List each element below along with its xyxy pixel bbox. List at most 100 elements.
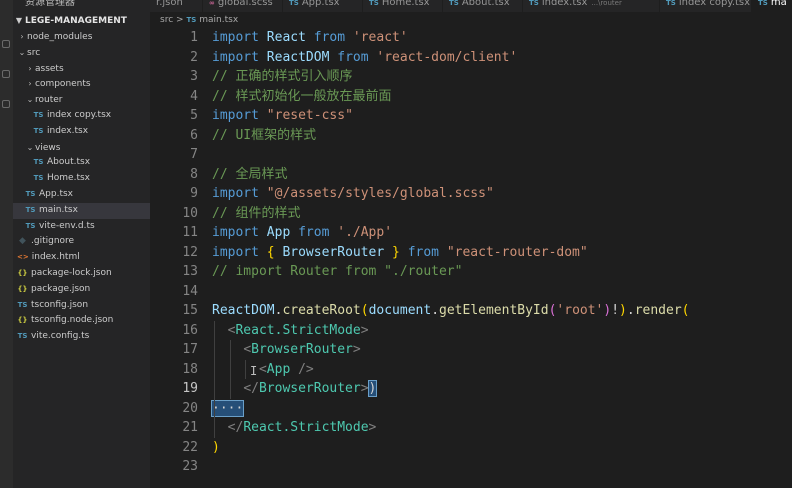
tree-item[interactable]: TS index.tsx [13, 124, 150, 140]
code-line[interactable]: </BrowserRouter>) [212, 379, 792, 399]
tab-home-tsx[interactable]: TS Home.tsx [363, 0, 443, 12]
tree-item-label: App.tsx [39, 188, 73, 199]
code-token: ( [681, 303, 690, 318]
tree-item[interactable]: › node_modules [13, 29, 150, 45]
tree-item[interactable]: TS App.tsx [13, 187, 150, 203]
tree-item[interactable]: ◆ .gitignore [13, 234, 150, 250]
indent-guide [214, 320, 215, 340]
tree-item-label: .gitignore [31, 236, 75, 247]
tab-index-copy-tsx[interactable]: TS index copy.tsx [660, 0, 752, 12]
code-token: // 组件的样式 [212, 205, 301, 221]
code-token: // 正确的样式引入顺序 [212, 69, 353, 84]
tree-item[interactable]: ⌄ router [13, 92, 150, 108]
indent-guide [214, 398, 215, 418]
code-line[interactable]: </React.StrictMode> [212, 418, 792, 438]
tree-item-label: assets [35, 63, 64, 74]
tree-item[interactable]: TS vite-env.d.ts [13, 219, 150, 235]
source-control-icon[interactable] [2, 70, 10, 78]
typescript-icon: TS [369, 0, 379, 7]
code-line[interactable]: // 组件的样式 [212, 204, 792, 224]
breadcrumb: src > TS main.tsx [150, 13, 238, 27]
tree-item[interactable]: {} tsconfig.node.json [13, 313, 150, 329]
code-line[interactable]: <BrowserRouter> [212, 340, 792, 360]
code-line[interactable] [212, 282, 792, 302]
code-line[interactable]: ReactDOM.createRoot(document.getElementB… [212, 301, 792, 321]
tab-index-tsx[interactable]: TS index.tsx ...\router [523, 0, 660, 12]
code-line[interactable]: import ReactDOM from 'react-dom/client' [212, 48, 792, 68]
code-line[interactable]: // 全局样式 [212, 165, 792, 185]
tree-item[interactable]: TS main.tsx [13, 202, 150, 219]
tree-item[interactable]: <> index.html [13, 250, 150, 266]
json-file-icon: {} [17, 268, 28, 277]
tree-item-label: index copy.tsx [47, 109, 112, 120]
line-number: 23 [182, 459, 198, 474]
indent-guide [214, 418, 215, 438]
tree-item[interactable]: {} package.json [13, 282, 150, 298]
line-number: 14 [182, 283, 198, 299]
indent-guide [230, 340, 231, 360]
indent-guide [245, 359, 246, 379]
tree-item-label: vite-env.d.ts [39, 220, 95, 231]
tree-item[interactable]: TS index copy.tsx [13, 108, 150, 124]
tree-item[interactable]: › components [13, 76, 150, 92]
line-number: 11 [182, 225, 198, 240]
line-number: 21 [182, 420, 198, 435]
typescript-icon: TS [186, 16, 197, 24]
tab-ma[interactable]: TS ma [752, 0, 792, 12]
typescript-file-icon: TS [17, 300, 28, 309]
code-area[interactable]: import React from 'react' import ReactDOM… [210, 28, 792, 477]
tree-item-label: index.html [31, 252, 80, 263]
tree-item[interactable]: TS Home.tsx [13, 171, 150, 187]
search-icon[interactable] [2, 40, 10, 48]
breadcrumb-folder[interactable]: src [160, 15, 173, 25]
tab-app-tsx[interactable]: TS App.tsx [283, 0, 363, 12]
tab-r-json[interactable]: r.json [150, 0, 203, 12]
tree-item[interactable]: {} package-lock.json [13, 266, 150, 282]
code-line[interactable]: // 样式初始化一般放在最前面 [212, 87, 792, 107]
code-line[interactable]: import App from './App' [212, 223, 792, 243]
code-line[interactable] [212, 457, 792, 477]
code-line[interactable]: // UI框架的样式 [212, 126, 792, 146]
typescript-icon: TS [666, 0, 676, 7]
tab-about-tsx[interactable]: TS About.tsx [443, 0, 523, 12]
code-editor[interactable]: 1 2 3 4 5 6 7 8 9 10 11 12 13 14 15 16 17 18 19 20 21 22 23 im… [150, 28, 792, 488]
code-token: "react-router-dom" [446, 244, 588, 260]
typescript-file-icon: TS [33, 158, 44, 167]
tree-item[interactable]: ⌄ views [13, 140, 150, 156]
tab-label: global.scss [217, 0, 273, 8]
code-line[interactable]: <App /> [212, 359, 792, 379]
tree-item[interactable]: ⌄ src [13, 45, 150, 61]
code-token: BrowserRouter [258, 381, 361, 396]
editor-tabs: r.json ∞ global.scss TS App.tsx TS Home.tsx TS A… [150, 0, 792, 12]
code-token: "@/assets/styles/global.scss" [266, 186, 494, 201]
tree-item[interactable]: TS tsconfig.json [13, 298, 150, 314]
code-line[interactable]: // import Router from "./router" [212, 262, 792, 282]
code-line[interactable]: import React from 'react' [212, 28, 792, 48]
code-line[interactable]: import { BrowserRouter } from "react-rou… [212, 243, 792, 263]
code-token: < [243, 342, 252, 357]
run-debug-icon[interactable] [2, 100, 10, 108]
code-line[interactable]: ) [212, 438, 792, 458]
code-line[interactable]: // 正确的样式引入顺序 [212, 67, 792, 87]
code-token: > [360, 381, 369, 396]
tab-global-scss[interactable]: ∞ global.scss [203, 0, 283, 12]
line-number: 9 [190, 186, 198, 201]
typescript-file-icon: TS [25, 205, 36, 214]
code-line[interactable]: import "@/assets/styles/global.scss" [212, 184, 792, 204]
breadcrumb-file[interactable]: main.tsx [199, 15, 238, 25]
project-root[interactable]: ▼ LEGE-MANAGEMENT [13, 13, 150, 29]
tree-item-label: package.json [31, 283, 91, 294]
code-line[interactable]: <React.StrictMode> [212, 320, 792, 340]
code-line[interactable]: ···· [210, 398, 792, 418]
code-line[interactable]: import "reset-css" [212, 106, 792, 126]
code-token: import [212, 49, 259, 65]
tree-item[interactable]: TS About.tsx [13, 155, 150, 171]
tree-item[interactable]: TS vite.config.ts [13, 329, 150, 345]
code-line[interactable] [212, 145, 792, 165]
tree-item-label: About.tsx [47, 157, 91, 168]
tree-item[interactable]: › assets [13, 61, 150, 77]
code-token: import [212, 244, 259, 260]
